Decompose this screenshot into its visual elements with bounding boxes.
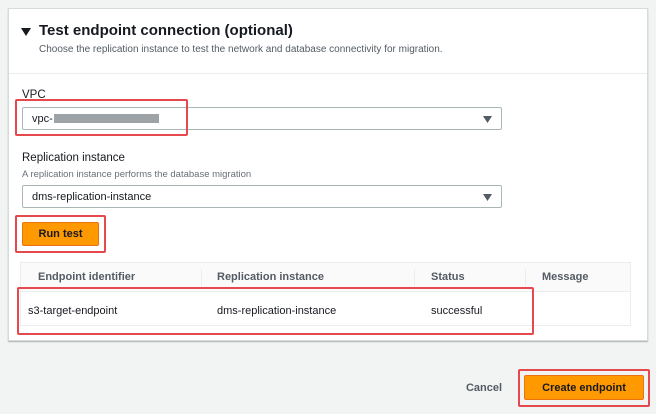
- run-test-button[interactable]: Run test: [22, 222, 99, 246]
- caret-down-icon: [483, 116, 492, 123]
- replication-instance-value: dms-replication-instance: [32, 191, 152, 203]
- collapse-caret-icon[interactable]: [21, 27, 31, 37]
- panel-description: Choose the replication instance to test …: [39, 44, 443, 55]
- cancel-button[interactable]: Cancel: [454, 378, 514, 398]
- replication-instance-hint: A replication instance performs the data…: [22, 169, 252, 180]
- column-divider: [525, 269, 526, 286]
- replication-instance-label: Replication instance: [22, 152, 125, 164]
- column-message[interactable]: Message: [542, 271, 588, 283]
- column-divider: [201, 269, 202, 286]
- panel-title: Test endpoint connection (optional): [39, 22, 293, 39]
- panel-header[interactable]: Test endpoint connection (optional) Choo…: [9, 9, 647, 74]
- result-row-highlight: [17, 287, 534, 335]
- column-divider: [414, 269, 415, 286]
- create-endpoint-button[interactable]: Create endpoint: [524, 375, 644, 400]
- vpc-highlight: [15, 99, 188, 136]
- replication-instance-select[interactable]: dms-replication-instance: [22, 185, 502, 208]
- column-endpoint-identifier[interactable]: Endpoint identifier: [38, 271, 135, 283]
- caret-down-icon: [483, 194, 492, 201]
- column-replication-instance[interactable]: Replication instance: [217, 271, 324, 283]
- column-status[interactable]: Status: [431, 271, 465, 283]
